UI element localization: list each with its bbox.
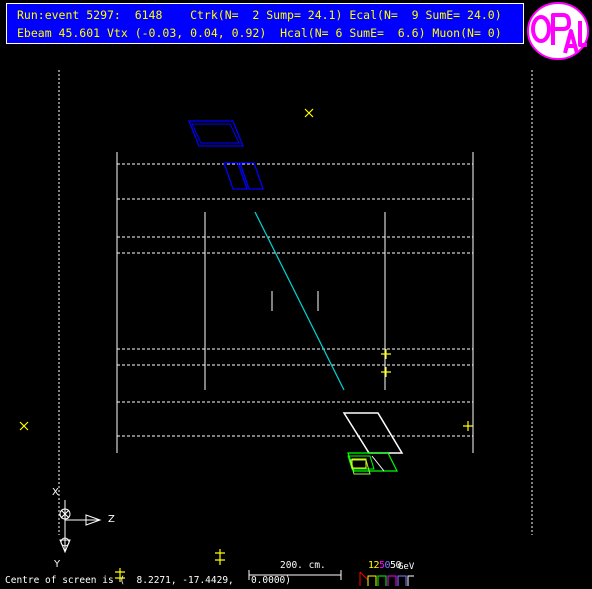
axis-label-y: Y — [54, 559, 61, 570]
screen-centre-readout: Centre of screen is ( 8.2271, -17.4429, … — [5, 575, 291, 586]
hit-marker-plus — [463, 421, 473, 431]
event-summary-line: Run:event 5297: 6148 Ctrk(N= 2 Sump= 24.… — [17, 8, 502, 22]
energy-unit-label: GeV — [398, 562, 415, 572]
axis-label-x: X — [52, 487, 59, 498]
scale-bar-label: 200. cm. — [280, 560, 326, 571]
hit-marker-x — [19, 421, 29, 431]
hit-marker-double — [215, 549, 225, 565]
ecal-deposit — [342, 412, 404, 454]
axis-label-z: Z — [108, 514, 115, 525]
charged-track — [254, 211, 345, 391]
opal-logo — [527, 2, 589, 60]
muon-chamber-hit — [223, 162, 248, 190]
axis-gizmo — [59, 500, 102, 554]
energy-scale-marks — [359, 571, 414, 586]
muon-chamber-hit — [191, 123, 240, 144]
detector-view — [19, 70, 533, 586]
event-display: Run:event 5297: 6148 Ctrk(N= 2 Sump= 24.… — [0, 0, 592, 589]
hit-marker-plus — [381, 367, 391, 377]
event-info-panel: Run:event 5297: 6148 Ctrk(N= 2 Sump= 24.… — [6, 3, 524, 44]
hit-marker-plus — [381, 349, 391, 359]
muon-chamber-hit — [239, 162, 264, 190]
beam-summary-line: Ebeam 45.601 Vtx (-0.03, 0.04, 0.92) Hca… — [17, 26, 502, 40]
hit-marker-x — [304, 108, 314, 118]
